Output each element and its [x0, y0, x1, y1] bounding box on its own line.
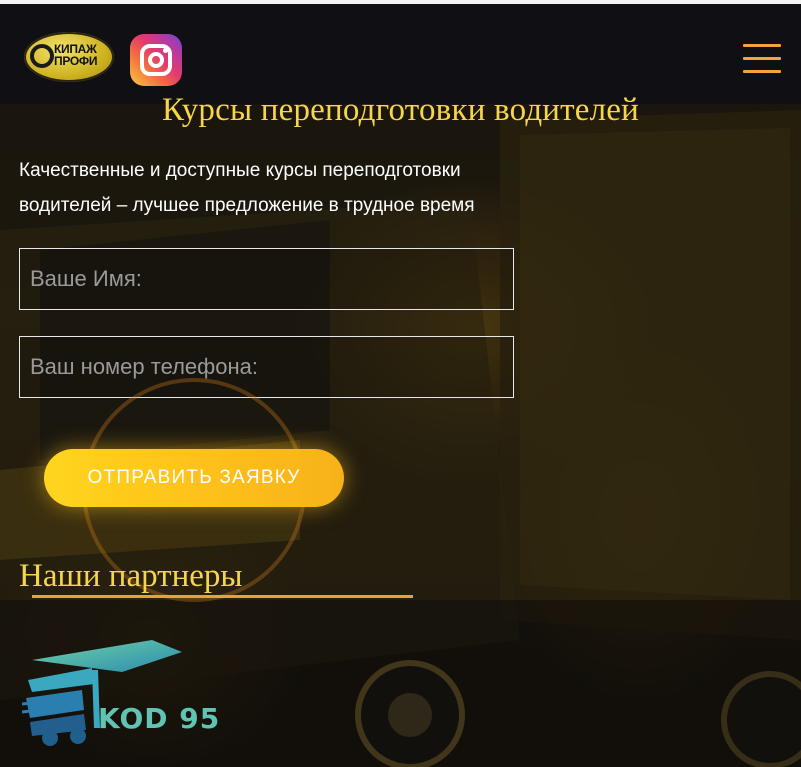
submit-request-button[interactable]: ОТПРАВИТЬ ЗАЯВКУ	[44, 449, 344, 507]
logo-line-2: ПРОФИ	[54, 54, 98, 68]
partner-name: KOD 95	[98, 702, 221, 735]
name-field[interactable]	[19, 248, 514, 310]
menu-bar	[743, 57, 781, 60]
page-title: Курсы переподготовки водителей	[161, 92, 640, 128]
name-input[interactable]	[20, 249, 513, 309]
instagram-icon[interactable]	[130, 34, 182, 86]
menu-bar	[743, 70, 781, 73]
steering-wheel-icon	[30, 44, 54, 68]
partners-heading: Наши партнеры	[19, 558, 243, 594]
site-header: КИПАЖ ПРОФИ	[0, 4, 801, 104]
phone-input[interactable]	[20, 337, 513, 397]
instagram-lens	[148, 52, 164, 68]
partners-underline	[32, 595, 413, 598]
brand-logo[interactable]: КИПАЖ ПРОФИ	[24, 32, 114, 82]
hero-subtitle: Качественные и доступные курсы переподго…	[19, 160, 475, 216]
phone-field[interactable]	[19, 336, 514, 398]
menu-bar	[743, 44, 781, 47]
instagram-dot	[163, 48, 168, 53]
brand-logo-text: КИПАЖ ПРОФИ	[54, 43, 110, 67]
hamburger-menu-icon[interactable]	[743, 44, 781, 74]
